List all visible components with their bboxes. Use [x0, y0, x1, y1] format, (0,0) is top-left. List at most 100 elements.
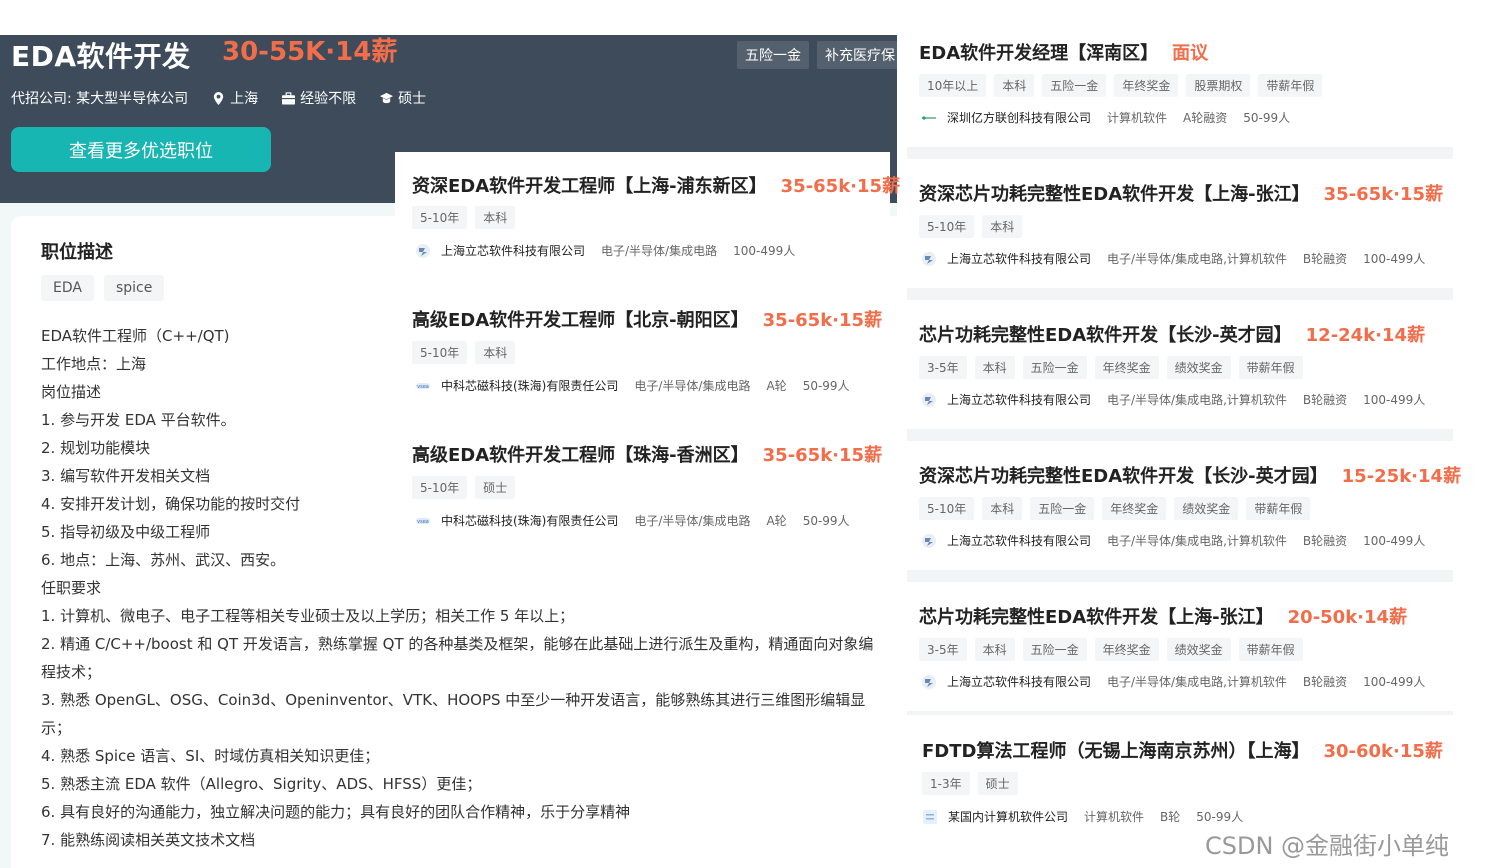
company-name[interactable]: 上海立芯软件科技有限公司 [947, 391, 1091, 408]
job-card-title[interactable]: 资深芯片功耗完整性EDA软件开发【长沙-英才园】 15-25k·14薪 [919, 462, 1461, 488]
company-stage: B轮 [1160, 810, 1181, 824]
job-card-company: 上海立芯软件科技有限公司 电子/半导体/集成电路 100-499人 [415, 242, 811, 259]
job-card-name[interactable]: 资深芯片功耗完整性EDA软件开发【上海-张江】 [919, 184, 1310, 205]
job-meta: 代招公司: 某大型半导体公司 上海 经验不限 硕士 [11, 88, 450, 108]
job-tag: 股票期权 [1186, 74, 1251, 97]
svg-text:vsea: vsea [417, 384, 429, 390]
description-line: 7. 能熟练阅读相关英文技术文档 [41, 831, 256, 849]
job-tag: 带薪年假 [1246, 497, 1311, 520]
job-card-title[interactable]: 芯片功耗完整性EDA软件开发【长沙-英才园】 12-24k·14薪 [919, 321, 1425, 347]
job-card-salary: 35-65k·15薪 [762, 310, 883, 331]
job-tag: 绩效奖金 [1166, 638, 1231, 661]
more-jobs-button[interactable]: 查看更多优选职位 [11, 127, 271, 172]
job-card[interactable]: EDA软件开发经理【浑南区】 面议 10年以上 本科 五险一金 年终奖金 股票期权… [907, 30, 1453, 147]
description-heading: 职位描述 [41, 242, 113, 263]
job-tag: 绩效奖金 [1166, 356, 1231, 379]
benefit-tag: 五险一金 [737, 41, 809, 69]
job-card-tags: 5-10年 本科 [412, 341, 516, 364]
company-size: 100-499人 [1363, 252, 1426, 266]
job-card-name[interactable]: EDA软件开发经理【浑南区】 [919, 43, 1158, 64]
description-line: 4. 熟悉 Spice 语言、SI、时域仿真相关知识更佳； [41, 747, 380, 765]
job-card[interactable]: 资深EDA软件开发工程师【上海-浦东新区】 35-65k·15薪 5-10年 本科… [395, 152, 900, 276]
company-name[interactable]: 中科芯磁科技(珠海)有限责任公司 [441, 512, 618, 529]
job-card-name[interactable]: 芯片功耗完整性EDA软件开发【长沙-英才园】 [919, 325, 1292, 346]
company-stage: A轮融资 [1183, 111, 1228, 125]
skill-tags: EDA spice [41, 275, 165, 301]
job-tag: 本科 [982, 215, 1023, 238]
job-tag: 1-3年 [922, 772, 970, 795]
job-card-name[interactable]: FDTD算法工程师（无锡上海南京苏州）【上海】 [922, 741, 1309, 762]
job-card[interactable]: 高级EDA软件开发工程师【北京-朝阳区】 35-65k·15薪 5-10年 本科 … [395, 288, 890, 410]
job-tag: 年终奖金 [1094, 356, 1159, 379]
job-tag: 5-10年 [919, 215, 975, 238]
job-card-name[interactable]: 芯片功耗完整性EDA软件开发【上海-张江】 [919, 607, 1274, 628]
job-tag: 本科 [475, 341, 516, 364]
job-tag: 五险一金 [1030, 497, 1095, 520]
company-stage: B轮融资 [1302, 534, 1348, 548]
job-tag: 带薪年假 [1238, 638, 1303, 661]
degree: 硕士 [380, 88, 426, 108]
description-line: 2. 精通 C/C++/boost 和 QT 开发语言，熟练掌握 QT 的各种基… [41, 635, 874, 653]
company-stage: B轮融资 [1302, 393, 1348, 407]
company-logo-icon [922, 251, 936, 266]
job-card-company: 上海立芯软件科技有限公司 电子/半导体/集成电路,计算机软件 B轮融资 100-… [921, 673, 1441, 690]
job-card-name[interactable]: 资深EDA软件开发工程师【上海-浦东新区】 [412, 176, 767, 197]
job-card-company: 上海立芯软件科技有限公司 电子/半导体/集成电路,计算机软件 B轮融资 100-… [921, 391, 1441, 408]
job-card-tags: 5-10年 本科 [412, 206, 516, 229]
job-tag: 五险一金 [1022, 356, 1087, 379]
company-name[interactable]: 上海立芯软件科技有限公司 [947, 250, 1091, 267]
company-size: 100-499人 [1363, 393, 1426, 407]
company-industry: 电子/半导体/集成电路 [601, 244, 718, 258]
company-name[interactable]: 中科芯磁科技(珠海)有限责任公司 [441, 377, 618, 394]
job-card-title[interactable]: 资深EDA软件开发工程师【上海-浦东新区】 35-65k·15薪 [412, 172, 900, 198]
job-card-tags: 5-10年 本科 [919, 215, 1023, 238]
job-card[interactable]: 资深芯片功耗完整性EDA软件开发【上海-张江】 35-65k·15薪 5-10年 … [907, 159, 1453, 288]
benefit-tag: 补充医疗保 [817, 41, 897, 69]
job-card-title[interactable]: 高级EDA软件开发工程师【北京-朝阳区】 35-65k·15薪 [412, 306, 882, 332]
job-card[interactable]: 芯片功耗完整性EDA软件开发【长沙-英才园】 12-24k·14薪 3-5年 本科… [907, 300, 1453, 429]
company-logo-icon [922, 533, 936, 548]
job-card-name[interactable]: 资深芯片功耗完整性EDA软件开发【长沙-英才园】 [919, 466, 1328, 487]
skill-tag: spice [103, 275, 165, 301]
job-tag: 硕士 [977, 772, 1018, 795]
job-card-title[interactable]: 芯片功耗完整性EDA软件开发【上海-张江】 20-50k·14薪 [919, 603, 1407, 629]
company-name[interactable]: 某国内计算机软件公司 [948, 808, 1068, 825]
job-card-tags: 1-3年 硕士 [922, 772, 1018, 795]
job-card-title[interactable]: 资深芯片功耗完整性EDA软件开发【上海-张江】 35-65k·15薪 [919, 180, 1443, 206]
job-card-salary: 35-65k·15薪 [1323, 184, 1444, 205]
company-name[interactable]: 上海立芯软件科技有限公司 [441, 242, 585, 259]
job-card-title[interactable]: FDTD算法工程师（无锡上海南京苏州）【上海】 30-60k·15薪 [922, 737, 1443, 763]
job-card-salary: 面议 [1172, 43, 1209, 64]
svg-text:vsea: vsea [417, 519, 429, 525]
job-card-tags: 3-5年 本科 五险一金 年终奖金 绩效奖金 带薪年假 [919, 356, 1303, 379]
job-card[interactable]: FDTD算法工程师（无锡上海南京苏州）【上海】 30-60k·15薪 1-3年 硕… [907, 715, 1453, 835]
job-card-title[interactable]: EDA软件开发经理【浑南区】 面议 [919, 39, 1208, 65]
description-line: 示； [41, 719, 72, 737]
job-card-tags: 10年以上 本科 五险一金 年终奖金 股票期权 带薪年假 [919, 74, 1323, 97]
job-card[interactable]: 高级EDA软件开发工程师【珠海-香洲区】 35-65k·15薪 5-10年 硕士 … [395, 423, 890, 535]
job-card-title[interactable]: 高级EDA软件开发工程师【珠海-香洲区】 35-65k·15薪 [412, 441, 882, 467]
job-card[interactable]: 芯片功耗完整性EDA软件开发【上海-张江】 20-50k·14薪 3-5年 本科 … [907, 582, 1453, 711]
degree-text: 硕士 [398, 91, 427, 107]
company-industry: 电子/半导体/集成电路,计算机软件 [1107, 675, 1287, 689]
job-tag: 5-10年 [412, 476, 468, 499]
job-card-tags: 3-5年 本科 五险一金 年终奖金 绩效奖金 带薪年假 [919, 638, 1303, 661]
card-separator [907, 570, 1453, 582]
description-line: 程技术； [41, 663, 102, 681]
job-card[interactable]: 资深芯片功耗完整性EDA软件开发【长沙-英才园】 15-25k·14薪 5-10年… [907, 441, 1461, 570]
graduation-cap-icon [380, 92, 394, 103]
job-card-company: 上海立芯软件科技有限公司 电子/半导体/集成电路,计算机软件 B轮融资 100-… [921, 250, 1441, 267]
job-tag: 本科 [974, 356, 1015, 379]
company-name[interactable]: 上海立芯软件科技有限公司 [947, 673, 1091, 690]
job-card-salary: 20-50k·14薪 [1287, 607, 1408, 628]
company-logo-icon [416, 243, 430, 258]
company-name[interactable]: 深圳亿方联创科技有限公司 [947, 109, 1091, 126]
company-name[interactable]: 上海立芯软件科技有限公司 [947, 532, 1091, 549]
job-tag: 3-5年 [919, 356, 967, 379]
company-stage: A轮 [766, 514, 787, 528]
company-logo-icon [922, 392, 936, 407]
job-card-name[interactable]: 高级EDA软件开发工程师【北京-朝阳区】 [412, 310, 749, 331]
job-tag: 五险一金 [1022, 638, 1087, 661]
job-card-name[interactable]: 高级EDA软件开发工程师【珠海-香洲区】 [412, 445, 749, 466]
skill-tag: EDA [41, 275, 94, 301]
